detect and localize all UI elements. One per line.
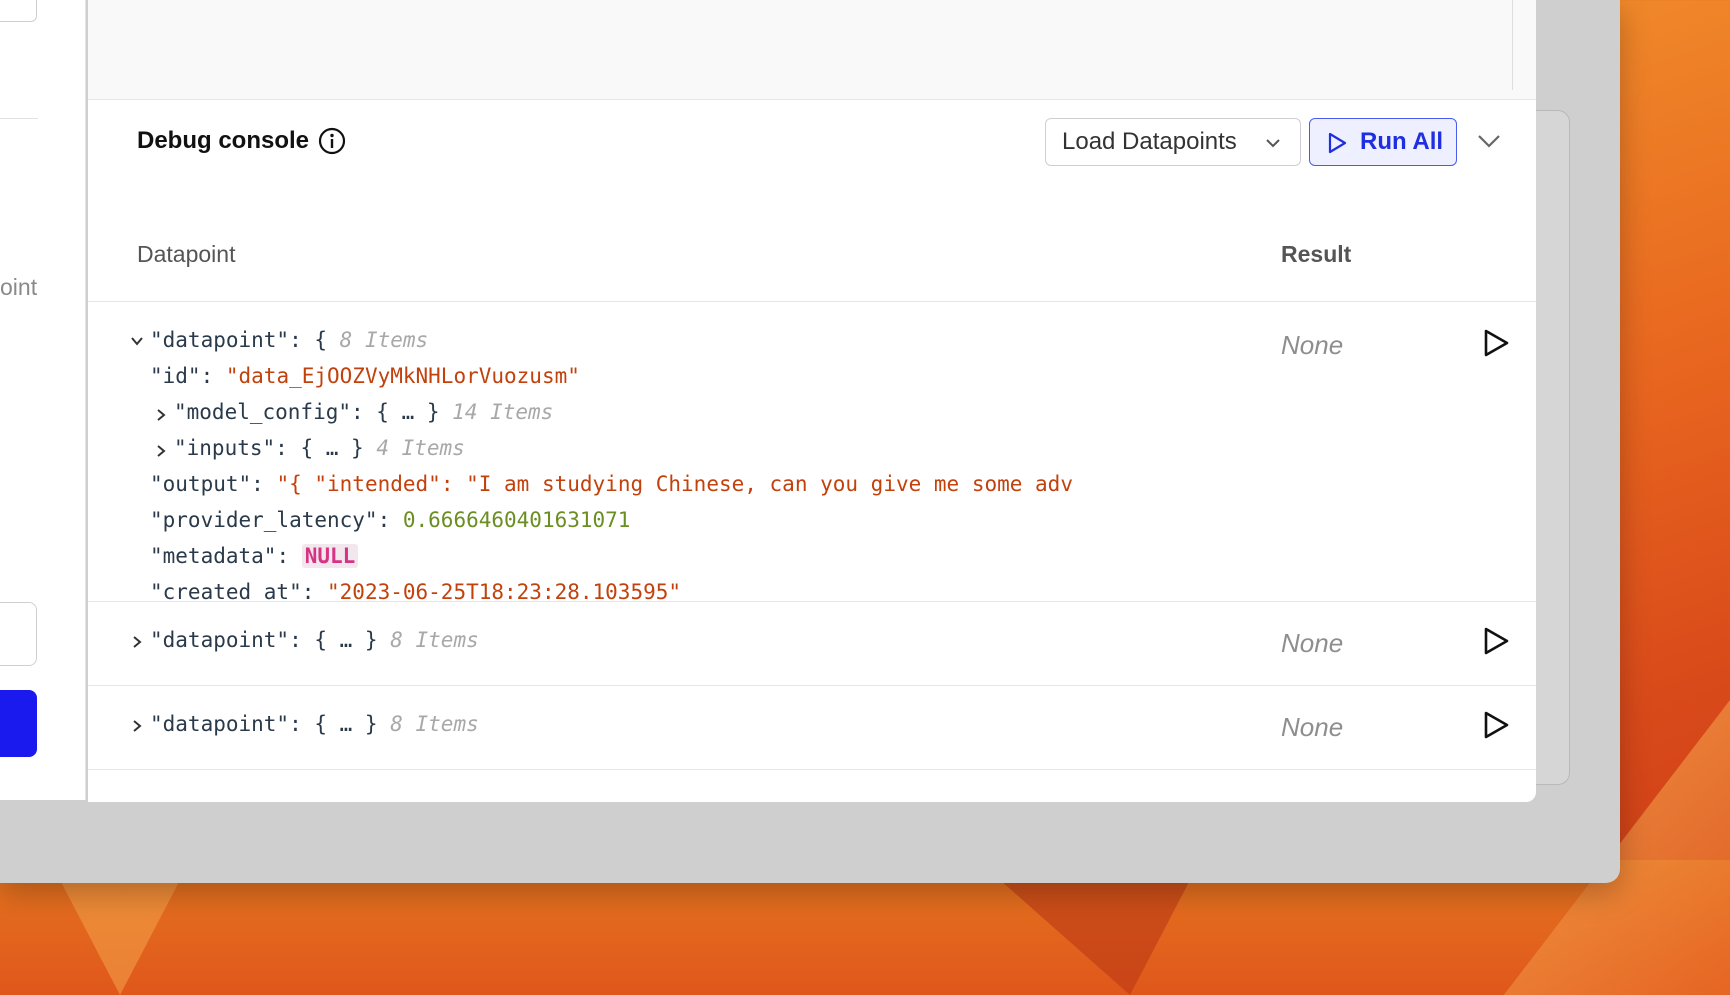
load-datapoints-label: Load Datapoints <box>1062 128 1237 155</box>
wallpaper-shape <box>60 880 180 995</box>
table-header: Datapoint Result <box>88 215 1536 302</box>
json-string: "data_EjOOZVyMkNHLorVuozusm" <box>225 364 580 388</box>
play-icon <box>1328 132 1347 154</box>
json-key: "datapoint" <box>150 328 290 352</box>
column-header-result: Result <box>1281 241 1352 267</box>
json-line-inputs: "inputs": { … } 4 Items <box>174 436 465 460</box>
json-key: "id" <box>150 364 201 388</box>
json-line-model-config: "model_config": { … } 14 Items <box>174 400 554 424</box>
info-icon[interactable] <box>318 127 346 155</box>
table-row-partial <box>88 770 1536 802</box>
result-value: None <box>1281 330 1344 360</box>
json-line-root: "datapoint": { … } 8 Items <box>150 712 479 736</box>
chevron-right-icon[interactable] <box>130 719 144 733</box>
json-count: 8 Items <box>390 712 479 736</box>
json-string: "{ "intended": "I am studying Chinese, c… <box>276 472 1073 496</box>
left-primary-button[interactable] <box>0 690 37 757</box>
json-key: "datapoint" <box>150 712 290 736</box>
app-window: oint Debug console Load Datapoints Run A… <box>0 0 1620 883</box>
json-viewer: "datapoint": { 8 Items "id": "data_EjOOZ… <box>88 302 1198 602</box>
json-key: "model_config" <box>174 400 352 424</box>
run-all-label: Run All <box>1360 128 1444 155</box>
left-divider <box>0 118 38 119</box>
chevron-down-icon[interactable] <box>130 334 144 348</box>
json-count: 8 Items <box>390 628 479 652</box>
chevron-right-icon[interactable] <box>130 635 144 649</box>
json-key: "datapoint" <box>150 628 290 652</box>
json-line-root: "datapoint": { … } 8 Items <box>150 628 479 652</box>
console-title: Debug console <box>137 127 310 154</box>
json-string: "2023-06-25T18:23:28.103595" <box>327 580 682 602</box>
json-key: "inputs" <box>174 436 276 460</box>
chevron-right-icon[interactable] <box>154 444 168 458</box>
column-header-datapoint: Datapoint <box>137 241 236 267</box>
json-line-root: "datapoint": { 8 Items <box>150 328 429 352</box>
json-null-badge: NULL <box>301 544 359 568</box>
json-key: "created_at" <box>150 580 302 602</box>
table-row: "datapoint": { … } 8 Items None <box>88 686 1536 770</box>
load-datapoints-button[interactable]: Load Datapoints <box>1045 118 1301 166</box>
editor-area <box>88 0 1536 100</box>
table-row: "datapoint": { … } 8 Items None <box>88 602 1536 686</box>
editor-scrollbar[interactable] <box>1512 0 1513 90</box>
play-icon[interactable] <box>1481 328 1511 358</box>
result-value: None <box>1281 712 1344 742</box>
left-top-input[interactable] <box>0 0 37 22</box>
debug-console-panel: Debug console Load Datapoints Run All Da… <box>88 0 1536 802</box>
debug-console-header: Debug console Load Datapoints Run All <box>88 100 1536 182</box>
wallpaper-shape <box>1000 880 1190 995</box>
json-count: 14 Items <box>452 400 554 424</box>
json-count: 8 Items <box>339 328 429 352</box>
json-key: "output" <box>150 472 252 496</box>
chevron-down-icon[interactable] <box>1476 130 1502 152</box>
left-input-field[interactable] <box>0 602 37 666</box>
json-count: 4 Items <box>376 436 465 460</box>
json-line-latency: "provider_latency": 0.6666460401631071 <box>150 508 631 532</box>
json-line-created-at: "created_at": "2023-06-25T18:23:28.10359… <box>150 580 682 602</box>
result-value: None <box>1281 628 1344 658</box>
json-key: "metadata" <box>150 544 277 568</box>
left-sidebar-panel: oint <box>0 0 86 800</box>
play-icon[interactable] <box>1481 710 1511 740</box>
json-line-id: "id": "data_EjOOZVyMkNHLorVuozusm" <box>150 364 580 388</box>
json-number: 0.6666460401631071 <box>402 508 631 532</box>
table-row-expanded: "datapoint": { 8 Items "id": "data_EjOOZ… <box>88 302 1536 602</box>
play-icon[interactable] <box>1481 626 1511 656</box>
chevron-down-icon <box>1266 139 1280 148</box>
left-partial-label: oint <box>0 274 38 300</box>
chevron-right-icon[interactable] <box>154 408 168 422</box>
json-line-metadata: "metadata": NULL <box>150 540 359 572</box>
run-all-button[interactable]: Run All <box>1309 118 1457 166</box>
json-key: "provider_latency" <box>150 508 378 532</box>
json-line-output: "output": "{ "intended": "I am studying … <box>150 472 1073 496</box>
